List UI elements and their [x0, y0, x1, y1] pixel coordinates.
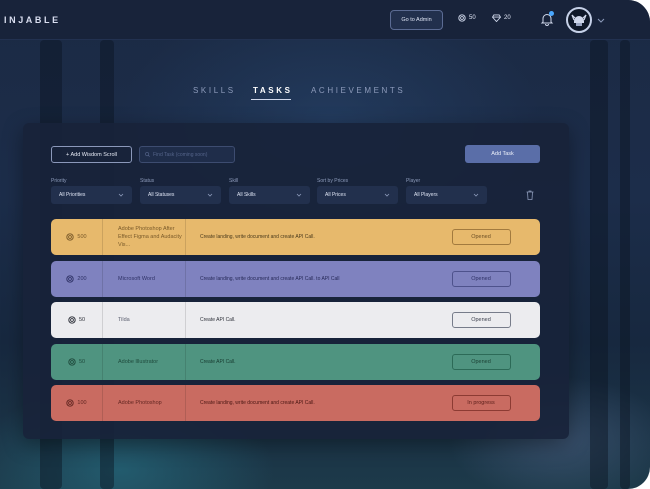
trash-icon[interactable]	[526, 190, 534, 200]
app-logo: INJABLE	[4, 15, 61, 25]
task-skill: Microsoft Word	[103, 261, 186, 297]
task-price: 100	[51, 385, 103, 421]
skill-select[interactable]: All Skills	[229, 186, 310, 204]
task-price: 50	[51, 344, 103, 380]
viking-helmet-icon	[571, 14, 587, 26]
task-skill: Adobe Photoshop After Effect Figma and A…	[103, 219, 186, 255]
task-price-value: 50	[78, 359, 86, 365]
filter-label-player: Player	[406, 178, 421, 184]
player-select[interactable]: All Players	[406, 186, 487, 204]
diamond-icon	[492, 14, 501, 22]
task-row[interactable]: 100 Adobe Photoshop Create landing, writ…	[51, 385, 540, 421]
task-description: Create landing, write document and creat…	[200, 276, 340, 282]
chevron-down-icon[interactable]	[597, 16, 605, 24]
coin-icon	[458, 14, 466, 22]
chevron-down-icon	[384, 193, 390, 197]
price-sort-select[interactable]: All Prices	[317, 186, 398, 204]
task-row[interactable]: 50 Tilda Create API Call. Opened	[51, 302, 540, 338]
task-row[interactable]: 50 Adobe Illustrator Create API Call. Op…	[51, 344, 540, 380]
search-icon	[145, 152, 150, 157]
skill-select-value: All Skills	[237, 192, 256, 198]
add-wisdom-scroll-button[interactable]: + Add Wisdom Scroll	[51, 146, 132, 163]
coin-icon	[66, 399, 75, 407]
coin-icon	[68, 358, 76, 366]
priority-select[interactable]: All Priorities	[51, 186, 132, 204]
tab-tasks[interactable]: TASKS	[253, 86, 293, 95]
task-price-value: 200	[77, 276, 87, 282]
background-tree	[590, 40, 608, 489]
active-tab-indicator	[251, 99, 291, 100]
user-avatar[interactable]	[566, 7, 592, 33]
status-select[interactable]: All Statuses	[140, 186, 221, 204]
notification-dot	[549, 11, 554, 16]
task-skill: Adobe Illustrator	[103, 344, 186, 380]
task-price: 500	[51, 219, 103, 255]
section-tabs: SKILLS TASKS ACHIEVEMENTS	[0, 86, 650, 100]
status-select-value: All Statuses	[148, 192, 175, 198]
task-status-button[interactable]: Opened	[451, 271, 511, 287]
task-price-value: 100	[77, 400, 87, 406]
task-description: Create API Call.	[200, 359, 236, 365]
task-status-button[interactable]: In progress	[451, 395, 511, 411]
top-bar: INJABLE Go to Admin 50 20	[0, 0, 650, 40]
coin-icon	[66, 275, 75, 283]
task-skill: Adobe Photoshop	[103, 385, 186, 421]
add-task-button[interactable]: Add Task	[465, 145, 540, 163]
tab-skills[interactable]: SKILLS	[193, 86, 236, 95]
task-status-button[interactable]: Opened	[451, 229, 511, 245]
chevron-down-icon	[118, 193, 124, 197]
search-input[interactable]: Find Task (coming soon)	[139, 146, 235, 163]
coin-count: 50	[469, 15, 476, 21]
price-sort-select-value: All Prices	[325, 192, 346, 198]
filter-label-price: Sort by Prices	[317, 178, 349, 184]
task-status-button[interactable]: Opened	[451, 354, 511, 370]
task-description: Create API Call.	[200, 317, 236, 323]
filter-label-skill: Skill	[229, 178, 239, 184]
task-row[interactable]: 200 Microsoft Word Create landing, write…	[51, 261, 540, 297]
go-to-admin-button[interactable]: Go to Admin	[390, 10, 443, 30]
app-window: INJABLE Go to Admin 50 20 SKILLS TASKS A…	[0, 0, 650, 489]
task-price-value: 500	[77, 234, 87, 240]
task-description: Create landing, write document and creat…	[200, 234, 315, 240]
coin-icon	[66, 233, 75, 241]
task-skill: Tilda	[103, 302, 186, 338]
task-status-button[interactable]: Opened	[451, 312, 511, 328]
task-description: Create landing, write document and creat…	[200, 400, 315, 406]
background-tree	[620, 40, 630, 489]
search-placeholder: Find Task (coming soon)	[153, 151, 208, 158]
gem-balance: 20	[492, 14, 511, 22]
task-price: 200	[51, 261, 103, 297]
task-row[interactable]: 500 Adobe Photoshop After Effect Figma a…	[51, 219, 540, 255]
player-select-value: All Players	[414, 192, 438, 198]
coin-icon	[68, 316, 76, 324]
priority-select-value: All Priorities	[59, 192, 86, 198]
tab-achievements[interactable]: ACHIEVEMENTS	[311, 86, 405, 95]
task-price-value: 50	[78, 317, 86, 323]
task-price: 50	[51, 302, 103, 338]
coin-balance: 50	[458, 14, 476, 22]
filter-label-priority: Priority	[51, 178, 67, 184]
chevron-down-icon	[473, 193, 479, 197]
chevron-down-icon	[207, 193, 213, 197]
gem-count: 20	[504, 15, 511, 21]
filter-label-status: Status	[140, 178, 155, 184]
chevron-down-icon	[296, 193, 302, 197]
